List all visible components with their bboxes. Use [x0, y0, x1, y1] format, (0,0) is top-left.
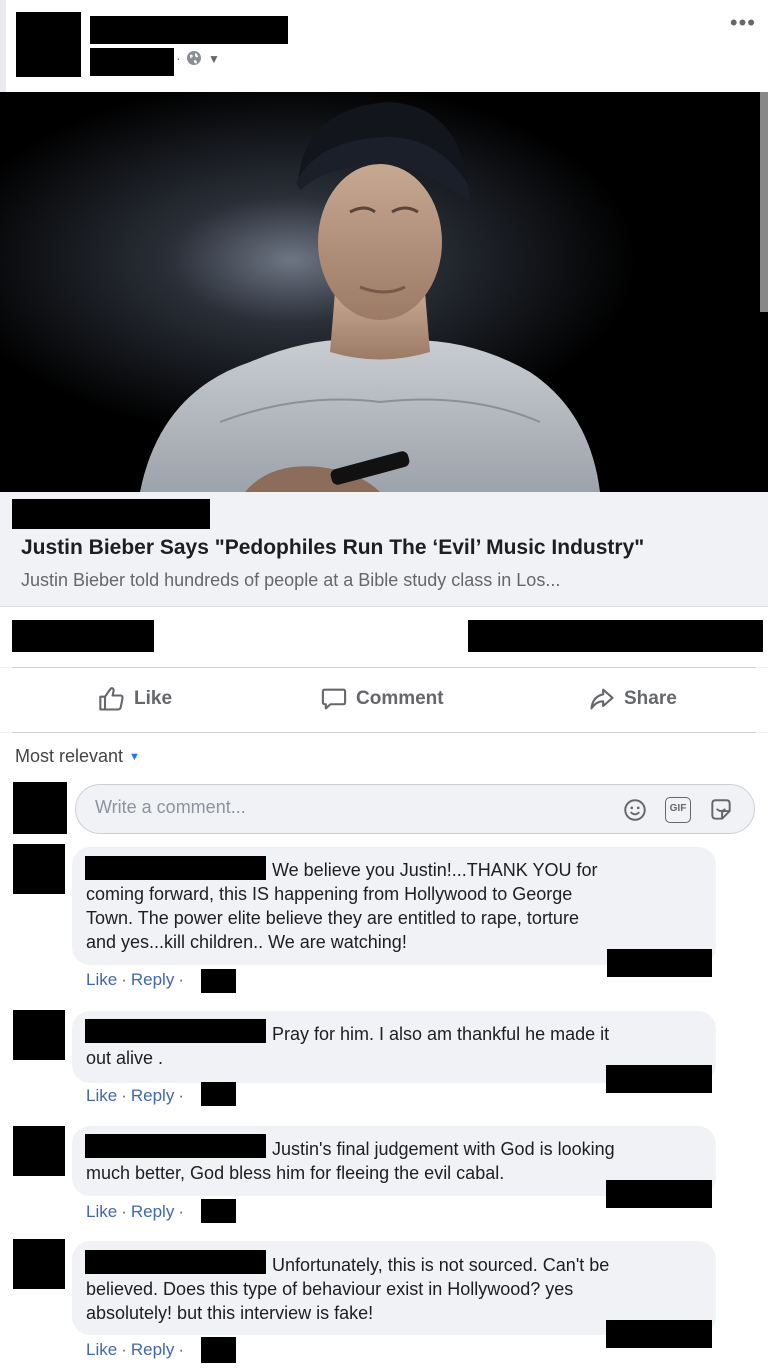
post-link-image[interactable] — [0, 92, 768, 492]
emoji-icon[interactable] — [622, 797, 648, 823]
comment-like-link[interactable]: Like — [86, 1340, 117, 1359]
commenter-avatar-redacted[interactable] — [13, 844, 65, 894]
share-label: Share — [624, 688, 677, 709]
gif-icon[interactable]: GIF — [665, 797, 691, 823]
sort-label: Most relevant — [15, 746, 124, 766]
comment-text-line: coming forward, this IS happening from H… — [86, 884, 573, 904]
comment-text-line: absolutely! but this interview is fake! — [86, 1303, 374, 1323]
link-description: Justin Bieber told hundreds of people at… — [21, 570, 561, 590]
author-name-redacted[interactable] — [90, 16, 288, 44]
commenter-avatar-redacted[interactable] — [13, 1126, 65, 1176]
comment-like-link[interactable]: Like — [86, 1202, 117, 1221]
page-edge — [0, 0, 6, 92]
comment-reply-link[interactable]: Reply — [131, 1340, 174, 1359]
comment-text-line: believed. Does this type of behaviour ex… — [86, 1279, 574, 1299]
share-arrow-icon — [590, 688, 614, 710]
chevron-down-icon: ▼ — [129, 750, 140, 763]
commenter-name-redacted[interactable] — [85, 1019, 266, 1043]
comment-reply-link[interactable]: Reply — [131, 1086, 174, 1105]
current-user-avatar-redacted[interactable] — [13, 782, 67, 834]
comment-actions: Like · Reply · — [86, 1086, 184, 1105]
globe-icon[interactable] — [186, 50, 202, 66]
comment-time-redacted[interactable] — [201, 1082, 236, 1106]
commenter-avatar-redacted[interactable] — [13, 1239, 65, 1289]
like-button[interactable]: Like — [98, 682, 172, 716]
comment-text-line: Town. The power elite believe they are e… — [86, 908, 579, 928]
post-timestamp-redacted[interactable] — [90, 48, 174, 76]
commenter-name-redacted[interactable] — [85, 1250, 266, 1274]
comment-text-line: out alive . — [86, 1048, 164, 1068]
write-comment-box[interactable]: GIF — [75, 784, 755, 834]
comment-time-redacted[interactable] — [201, 1199, 236, 1223]
comment-text-line: much better, God bless him for fleeing t… — [86, 1163, 505, 1183]
comment-button[interactable]: Comment — [320, 682, 444, 716]
comment-time-redacted[interactable] — [201, 1337, 236, 1363]
link-domain-redacted — [12, 499, 210, 529]
comment-text-line: Unfortunately, this is not sourced. Can'… — [272, 1255, 610, 1275]
comment-input[interactable] — [95, 797, 595, 818]
comment-reactions-redacted[interactable] — [606, 1180, 712, 1208]
commenter-avatar-redacted[interactable] — [13, 1010, 65, 1060]
comment-text-line: and yes...kill children.. We are watchin… — [86, 932, 407, 952]
comment-like-link[interactable]: Like — [86, 1086, 117, 1105]
comment-label: Comment — [356, 688, 444, 709]
comment-reactions-redacted[interactable] — [607, 949, 712, 977]
comment-reactions-redacted[interactable] — [606, 1320, 712, 1348]
like-label: Like — [134, 688, 173, 709]
comment-text-line: Pray for him. I also am thankful he made… — [272, 1024, 610, 1044]
commenter-name-redacted[interactable] — [85, 1134, 266, 1158]
comment-reply-link[interactable]: Reply — [131, 1202, 174, 1221]
separator-dot: · — [176, 50, 181, 66]
comment-like-link[interactable]: Like — [86, 970, 117, 989]
comment-text-line: Justin's final judgement with God is loo… — [272, 1139, 615, 1159]
photo-illustration — [0, 92, 768, 492]
share-button[interactable]: Share — [588, 682, 677, 716]
thumbs-up-icon — [99, 687, 124, 711]
chevron-down-icon[interactable]: ▼ — [208, 52, 220, 66]
comment-text-line: We believe you Justin!...THANK YOU for — [272, 860, 598, 880]
comment-actions: Like · Reply · — [86, 1202, 184, 1221]
sticker-icon[interactable] — [708, 797, 734, 823]
comment-sort-dropdown[interactable]: Most relevant ▼ — [15, 746, 140, 767]
comment-icon — [321, 688, 347, 710]
author-avatar-redacted[interactable] — [16, 12, 81, 77]
comment-share-count-redacted[interactable] — [468, 620, 763, 652]
reaction-count-redacted[interactable] — [12, 620, 154, 652]
comment-reactions-redacted[interactable] — [606, 1065, 712, 1093]
comment-time-redacted[interactable] — [201, 969, 236, 993]
link-title[interactable]: Justin Bieber Says "Pedophiles Run The ‘… — [21, 536, 644, 560]
post-menu-button[interactable]: ••• — [730, 10, 756, 36]
comment-reply-link[interactable]: Reply — [131, 970, 174, 989]
commenter-name-redacted[interactable] — [85, 856, 266, 880]
comment-actions: Like · Reply · — [86, 1340, 184, 1359]
comment-actions: Like · Reply · — [86, 970, 184, 989]
post-header — [0, 0, 768, 92]
